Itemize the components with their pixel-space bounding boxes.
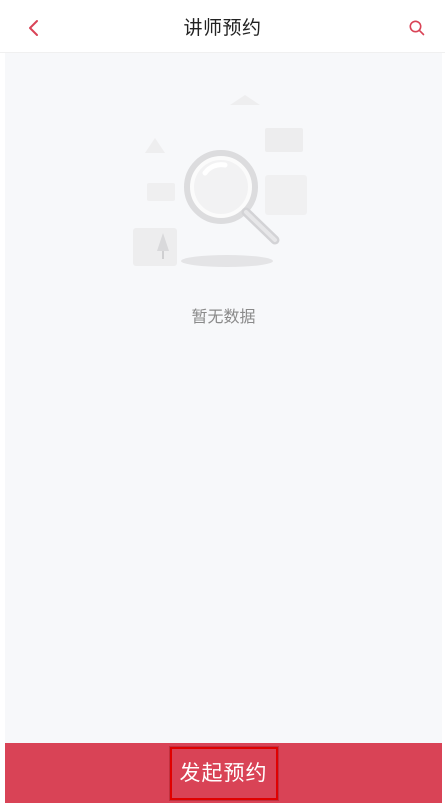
back-button[interactable] bbox=[20, 14, 48, 42]
search-icon bbox=[409, 20, 425, 36]
magnifier-empty-icon bbox=[133, 95, 307, 267]
create-appointment-button[interactable]: 发起预约 bbox=[5, 743, 442, 803]
page-title: 讲师预约 bbox=[183, 17, 262, 39]
top-nav-bar: 讲师预约 bbox=[0, 0, 445, 53]
create-appointment-label: 发起预约 bbox=[169, 746, 278, 800]
empty-state-message: 暂无数据 bbox=[191, 307, 256, 326]
chevron-left-icon bbox=[29, 20, 38, 36]
content-area: 暂无数据 bbox=[5, 53, 442, 743]
app-frame: 讲师预约 暂无数据 发起预约 bbox=[0, 0, 445, 805]
search-button[interactable] bbox=[403, 14, 431, 42]
